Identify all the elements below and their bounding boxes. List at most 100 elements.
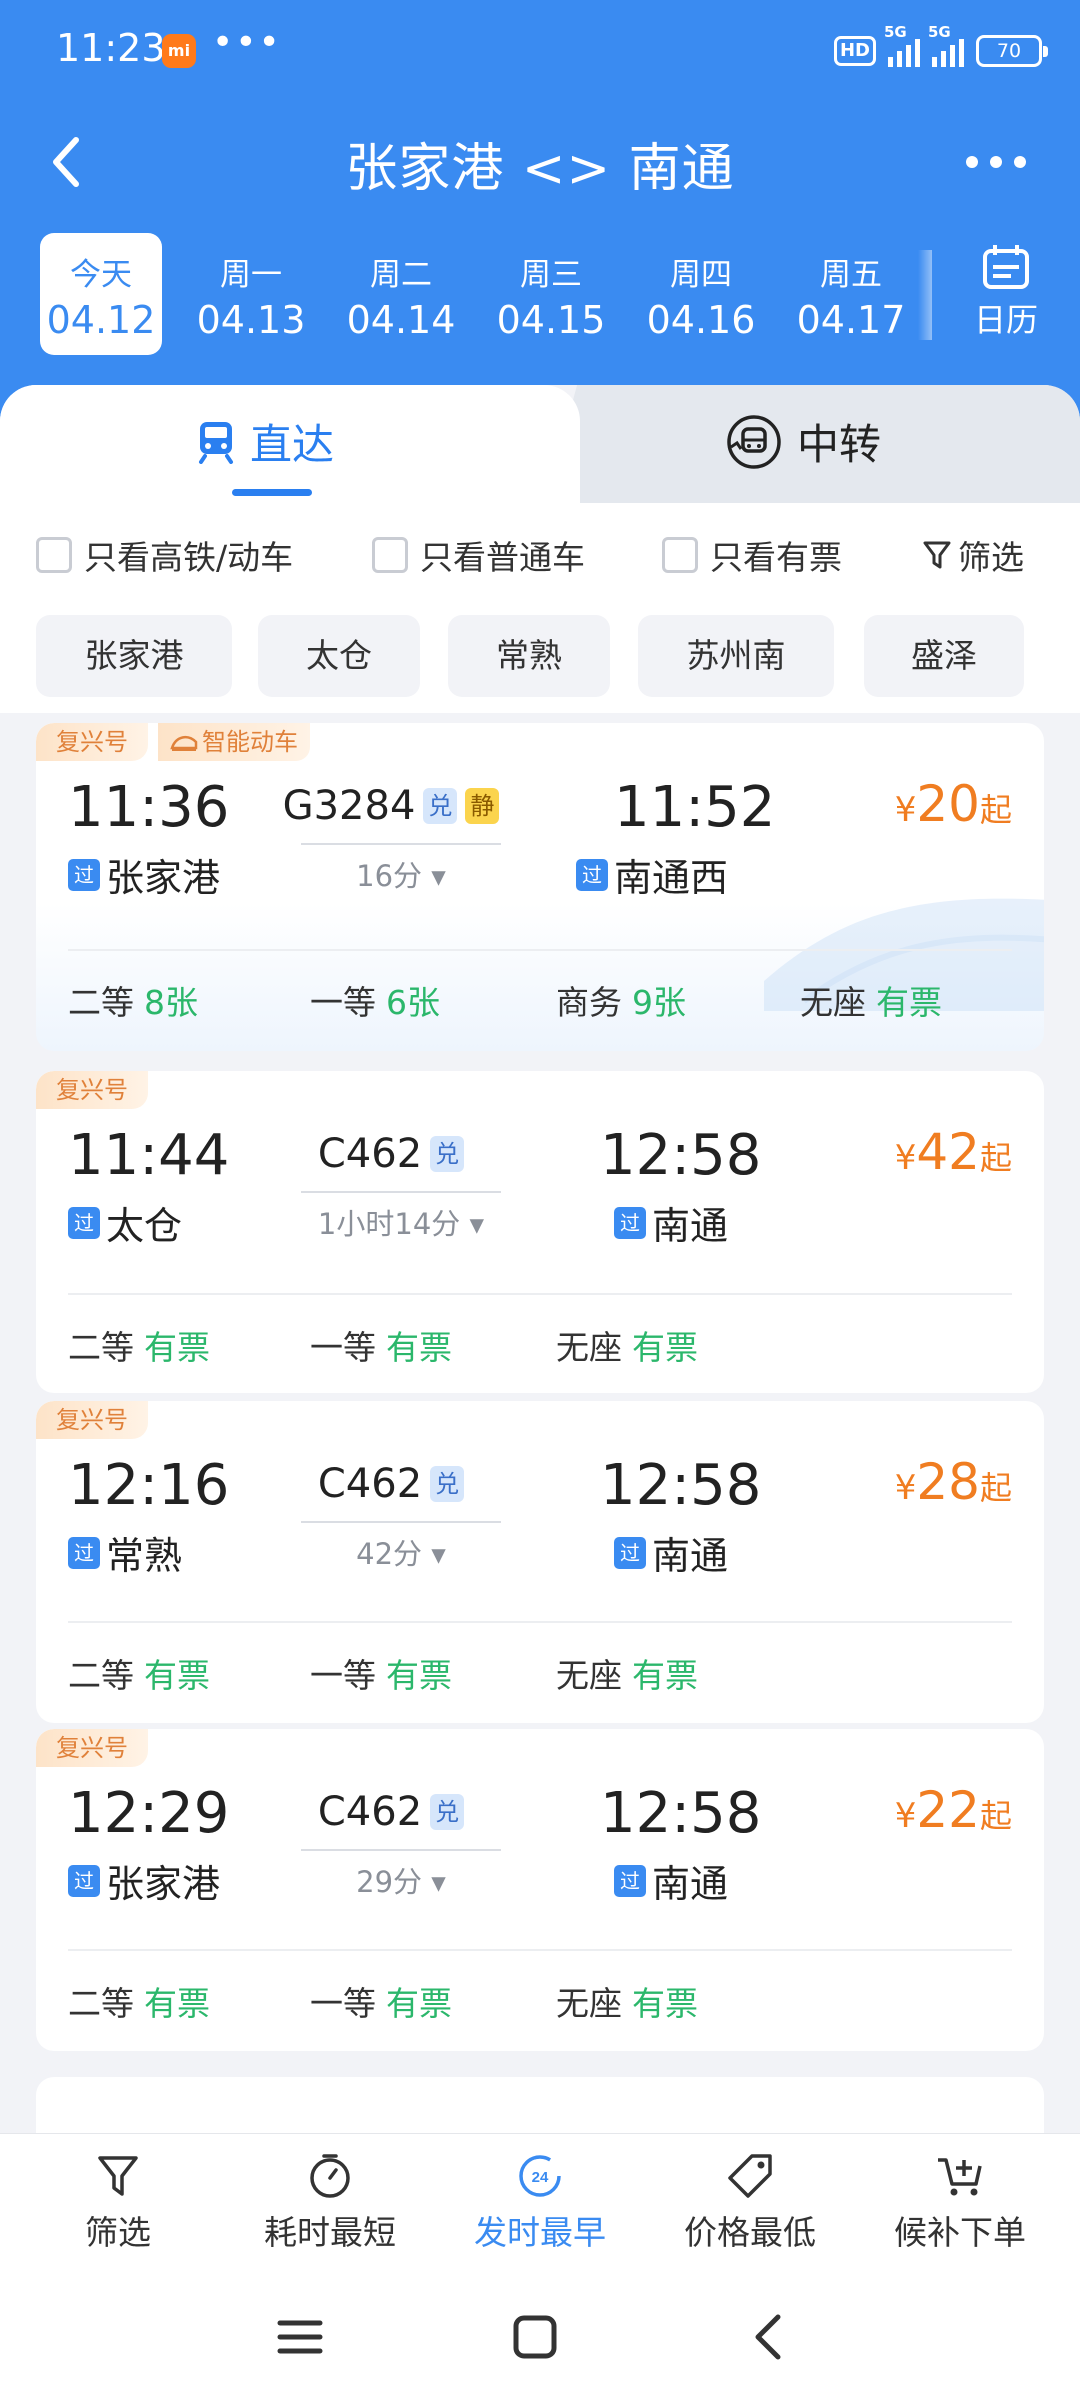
seat-class: 二等 有票 bbox=[68, 1977, 210, 2025]
station-chip[interactable]: 太仓 bbox=[258, 615, 420, 697]
duration[interactable]: 1小时14分 ▾ bbox=[276, 1201, 526, 1243]
bullet-train-icon bbox=[170, 735, 198, 751]
seat-class: 无座 有票 bbox=[556, 1649, 698, 1697]
seat-name: 商务 bbox=[556, 983, 622, 1022]
tab-transfer-label: 中转 bbox=[725, 411, 881, 472]
system-back-icon[interactable] bbox=[740, 2307, 800, 2367]
seat-name: 二等 bbox=[68, 1328, 134, 1367]
arrival-station: 过南通西 bbox=[576, 847, 728, 902]
status-time: 11:23 bbox=[56, 26, 166, 70]
seat-count: 有票 bbox=[632, 1328, 698, 1367]
sort-bar: 筛选 耗时最短 24 发时最早 价格最低 候补下单 bbox=[0, 2133, 1080, 2263]
sort-cheapest-button[interactable]: 价格最低 bbox=[660, 2152, 840, 2254]
seat-class: 二等 8张 bbox=[68, 976, 198, 1024]
seat-count: 有票 bbox=[386, 1656, 452, 1695]
pass-icon: 过 bbox=[68, 858, 100, 891]
calendar-icon bbox=[983, 245, 1029, 289]
seat-availability: 二等 8张 一等 6张 商务 9张 无座 有票 bbox=[36, 976, 1044, 1036]
tab-transfer-text: 中转 bbox=[797, 420, 882, 469]
price-value: 22 bbox=[916, 1781, 980, 1839]
train-number: C462 兑 bbox=[286, 1789, 496, 1835]
fuxing-badge: 复兴号 bbox=[36, 1729, 148, 1767]
station-chips: 张家港 太仓 常熟 苏州南 盛泽 bbox=[0, 603, 1080, 713]
quiet-tag: 静 bbox=[465, 788, 500, 824]
sort-shortest-button[interactable]: 耗时最短 bbox=[240, 2152, 420, 2254]
duration[interactable]: 42分 ▾ bbox=[276, 1531, 526, 1573]
waitlist-order-button[interactable]: 候补下单 bbox=[870, 2152, 1050, 2254]
normal-train-only-checkbox[interactable]: 只看普通车 bbox=[372, 531, 585, 579]
redeem-tag: 兑 bbox=[423, 788, 458, 824]
fuxing-badge: 复兴号 bbox=[36, 723, 148, 761]
seat-count: 6张 bbox=[386, 983, 440, 1022]
nav-bar: 张家港 <> 南通 bbox=[0, 110, 1080, 210]
duration-line bbox=[301, 1191, 501, 1193]
seat-name: 一等 bbox=[310, 1656, 376, 1695]
train-card[interactable]: 复兴号 12:16 C462 兑 42分 ▾ 12:58 过常熟 过南通 ¥28起… bbox=[36, 1401, 1044, 1723]
station-name: 南通 bbox=[652, 1204, 729, 1248]
date-tab[interactable]: 周四 04.16 bbox=[640, 233, 762, 355]
yen-sign: ¥ bbox=[894, 1138, 917, 1178]
seat-count: 9张 bbox=[632, 983, 686, 1022]
station-chip[interactable]: 常熟 bbox=[448, 615, 610, 697]
arrival-time: 11:52 bbox=[614, 775, 776, 840]
date-tab[interactable]: 周三 04.15 bbox=[490, 233, 612, 355]
status-icons: HD 5G 5G 70 bbox=[833, 23, 1048, 74]
date-weekday: 周五 bbox=[820, 257, 882, 293]
seat-class: 一等 有票 bbox=[310, 1977, 452, 2025]
available-only-checkbox[interactable]: 只看有票 bbox=[662, 531, 842, 579]
seat-name: 二等 bbox=[68, 1984, 134, 2023]
train-number: C462 兑 bbox=[286, 1461, 496, 1507]
date-tab[interactable]: 周一 04.13 bbox=[190, 233, 312, 355]
date-tab[interactable]: 周二 04.14 bbox=[340, 233, 462, 355]
duration-line bbox=[301, 1521, 501, 1523]
screen-button[interactable]: 筛选 bbox=[922, 531, 1024, 579]
station-chip[interactable]: 张家港 bbox=[36, 615, 232, 697]
more-icon[interactable] bbox=[960, 132, 1032, 192]
smart-emu-text: 智能动车 bbox=[202, 728, 298, 756]
seat-class: 无座 有票 bbox=[800, 976, 942, 1024]
route-title: 张家港 <> 南通 bbox=[345, 139, 735, 199]
tab-active-indicator bbox=[232, 489, 312, 496]
train-card[interactable]: 复兴号 11:44 C462 兑 1小时14分 ▾ 12:58 过太仓 过南通 ¥… bbox=[36, 1071, 1044, 1393]
date-tab-today[interactable]: 今天 04.12 bbox=[40, 233, 162, 355]
station-name: 常熟 bbox=[106, 1534, 183, 1578]
seat-class: 一等 有票 bbox=[310, 1649, 452, 1697]
arrival-time: 12:58 bbox=[600, 1453, 762, 1518]
date-tab[interactable]: 周五 04.17 bbox=[790, 233, 912, 355]
price-value: 28 bbox=[916, 1453, 980, 1511]
station-chip[interactable]: 盛泽 bbox=[864, 615, 1024, 697]
seat-name: 无座 bbox=[556, 1656, 622, 1695]
sort-earliest-button[interactable]: 24 发时最早 bbox=[450, 2152, 630, 2254]
arrival-station: 过南通 bbox=[614, 1525, 728, 1580]
seat-class: 二等 有票 bbox=[68, 1321, 210, 1369]
calendar-button[interactable]: 日历 bbox=[935, 243, 1077, 353]
duration-line bbox=[301, 1849, 501, 1851]
fuxing-badge: 复兴号 bbox=[36, 1071, 148, 1109]
cart-plus-icon bbox=[938, 2158, 982, 2196]
redeem-tag: 兑 bbox=[430, 1794, 465, 1830]
station-name: 南通 bbox=[652, 1862, 729, 1906]
station-name: 南通 bbox=[652, 1534, 729, 1578]
sort-label: 筛选 bbox=[85, 2213, 151, 2252]
net-type-2: 5G bbox=[928, 23, 951, 41]
transfer-icon bbox=[727, 414, 781, 469]
seat-count: 有票 bbox=[632, 1656, 698, 1695]
seat-name: 无座 bbox=[556, 1984, 622, 2023]
station-chip[interactable]: 苏州南 bbox=[638, 615, 834, 697]
duration[interactable]: 29分 ▾ bbox=[276, 1859, 526, 1901]
date-weekday: 周三 bbox=[520, 257, 582, 293]
high-speed-only-checkbox[interactable]: 只看高铁/动车 bbox=[36, 531, 293, 579]
tab-direct-label: 直达 bbox=[196, 411, 334, 472]
redeem-tag: 兑 bbox=[430, 1466, 465, 1502]
train-card[interactable]: 复兴号 智能动车 11:36 G3284 兑静 16分 ▾ 11:52 过张家港 … bbox=[36, 723, 1044, 1051]
sort-filter-button[interactable]: 筛选 bbox=[28, 2152, 208, 2254]
duration[interactable]: 16分 ▾ bbox=[276, 853, 526, 895]
clock-24-icon: 24 bbox=[519, 2155, 561, 2197]
arrival-time: 12:58 bbox=[600, 1123, 762, 1188]
home-icon[interactable] bbox=[505, 2307, 565, 2367]
seat-availability: 二等 有票 一等 有票 无座 有票 bbox=[36, 1321, 1044, 1381]
train-number: G3284 兑静 bbox=[283, 783, 500, 829]
train-card[interactable]: 复兴号 12:29 C462 兑 29分 ▾ 12:58 过张家港 过南通 ¥22… bbox=[36, 1729, 1044, 2051]
redeem-tag: 兑 bbox=[430, 1136, 465, 1172]
menu-icon[interactable] bbox=[270, 2307, 330, 2367]
